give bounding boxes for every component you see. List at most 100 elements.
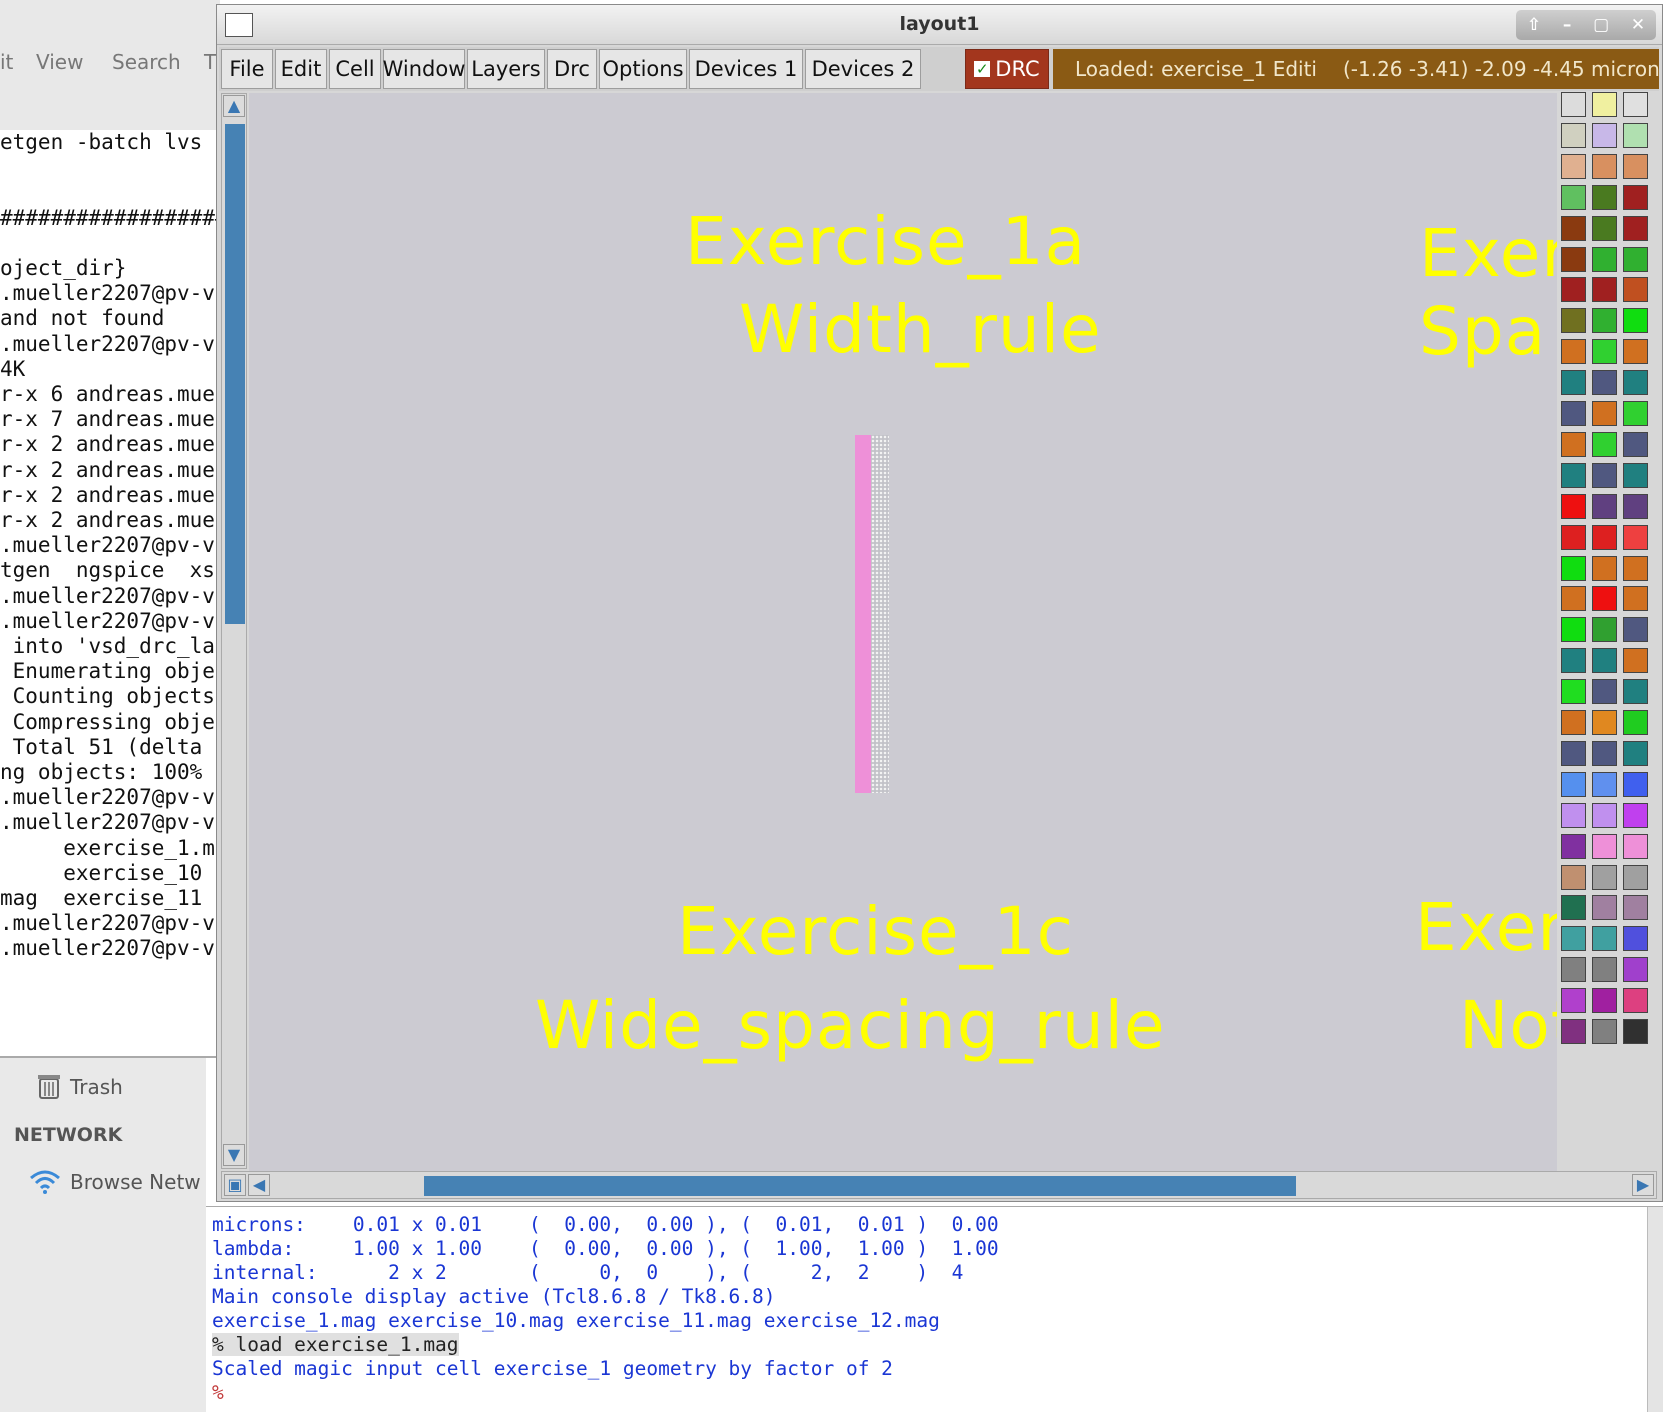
layer-swatch[interactable] xyxy=(1623,370,1648,396)
layer-swatch[interactable] xyxy=(1592,462,1617,488)
layer-swatch[interactable] xyxy=(1623,771,1648,797)
menu-file[interactable]: File xyxy=(221,49,273,89)
vertical-scroll-thumb[interactable] xyxy=(225,124,245,624)
layer-swatch[interactable] xyxy=(1592,586,1617,612)
layer-swatch[interactable] xyxy=(1592,926,1617,952)
layer-swatch[interactable] xyxy=(1623,153,1648,179)
horizontal-scroll-thumb[interactable] xyxy=(424,1176,1296,1196)
menu-layers[interactable]: Layers xyxy=(467,49,545,89)
layer-swatch[interactable] xyxy=(1561,555,1586,581)
bg-menu-item[interactable]: it xyxy=(0,50,13,74)
layer-swatch[interactable] xyxy=(1623,957,1648,983)
bg-menu-item[interactable]: T xyxy=(204,50,216,74)
layer-swatch[interactable] xyxy=(1623,493,1648,519)
layer-swatch[interactable] xyxy=(1592,833,1617,859)
layer-swatch[interactable] xyxy=(1561,431,1586,457)
layer-swatch[interactable] xyxy=(1561,802,1586,828)
layer-swatch[interactable] xyxy=(1592,679,1617,705)
drc-toggle[interactable]: ✓ DRC xyxy=(965,49,1049,89)
console-scrollbar[interactable] xyxy=(1647,1207,1663,1412)
layer-swatch[interactable] xyxy=(1592,92,1617,117)
layer-swatch[interactable] xyxy=(1561,988,1586,1014)
close-icon[interactable]: ✕ xyxy=(1631,15,1645,35)
scroll-up-arrow-icon[interactable]: ▲ xyxy=(223,95,245,117)
layer-swatch[interactable] xyxy=(1623,1019,1648,1044)
layer-swatch[interactable] xyxy=(1561,215,1586,241)
layer-swatch[interactable] xyxy=(1592,431,1617,457)
layer-swatch[interactable] xyxy=(1561,524,1586,550)
layer-swatch[interactable] xyxy=(1561,153,1586,179)
menu-devices-2[interactable]: Devices 2 xyxy=(805,49,921,89)
layer-swatch[interactable] xyxy=(1623,401,1648,426)
layer-swatch[interactable] xyxy=(1623,586,1648,612)
sidebar-item-browse-network[interactable]: Browse Netw xyxy=(28,1168,201,1199)
layer-swatch[interactable] xyxy=(1561,864,1586,890)
layer-swatch[interactable] xyxy=(1561,401,1586,426)
layer-swatch[interactable] xyxy=(1561,339,1586,365)
layer-swatch[interactable] xyxy=(1592,864,1617,890)
layer-swatch[interactable] xyxy=(1592,555,1617,581)
layer-swatch[interactable] xyxy=(1561,957,1586,983)
layer-swatch[interactable] xyxy=(1623,122,1648,148)
minimize-icon[interactable]: – xyxy=(1563,15,1572,35)
layer-swatch[interactable] xyxy=(1561,895,1586,921)
layer-swatch[interactable] xyxy=(1623,895,1648,921)
layer-swatch[interactable] xyxy=(1592,184,1617,210)
layer-swatch[interactable] xyxy=(1561,462,1586,488)
layer-swatch[interactable] xyxy=(1623,246,1648,272)
layer-swatch[interactable] xyxy=(1561,710,1586,735)
menu-options[interactable]: Options xyxy=(599,49,687,89)
tcl-console[interactable]: microns: 0.01 x 0.01 ( 0.00, 0.00 ), ( 0… xyxy=(206,1206,1663,1412)
layer-swatch[interactable] xyxy=(1592,617,1617,643)
scroll-down-arrow-icon[interactable]: ▼ xyxy=(223,1144,245,1166)
sidebar-item-trash[interactable]: Trash xyxy=(36,1072,123,1105)
layer-swatch[interactable] xyxy=(1592,895,1617,921)
layer-swatch[interactable] xyxy=(1561,122,1586,148)
window-titlebar[interactable]: layout1 ⇧ – ▢ ✕ xyxy=(217,5,1662,45)
menu-devices-1[interactable]: Devices 1 xyxy=(689,49,803,89)
layer-swatch[interactable] xyxy=(1623,926,1648,952)
vertical-scrollbar[interactable]: ▲ ▼ xyxy=(221,93,247,1169)
menu-cell[interactable]: Cell xyxy=(329,49,381,89)
layer-swatch[interactable] xyxy=(1561,617,1586,643)
layer-swatch[interactable] xyxy=(1592,246,1617,272)
layer-swatch[interactable] xyxy=(1623,308,1648,334)
layout-rect-dotted[interactable] xyxy=(871,435,889,793)
layer-swatch[interactable] xyxy=(1561,277,1586,303)
layer-swatch[interactable] xyxy=(1623,92,1648,117)
background-terminal[interactable]: etgen -batch lvs ################## oject_… xyxy=(0,130,216,1058)
layer-swatch[interactable] xyxy=(1592,122,1617,148)
layer-swatch[interactable] xyxy=(1561,1019,1586,1044)
layer-swatch[interactable] xyxy=(1561,493,1586,519)
layer-swatch[interactable] xyxy=(1592,401,1617,426)
layer-swatch[interactable] xyxy=(1623,740,1648,766)
layer-swatch[interactable] xyxy=(1561,246,1586,272)
maximize-icon[interactable]: ▢ xyxy=(1593,15,1609,35)
layer-swatch[interactable] xyxy=(1592,1019,1617,1044)
layer-swatch[interactable] xyxy=(1623,679,1648,705)
layer-swatch[interactable] xyxy=(1623,215,1648,241)
layout-canvas[interactable]: Exercise_1a Width_rule Exer Spa Exercise… xyxy=(249,93,1557,1171)
layer-swatch[interactable] xyxy=(1561,586,1586,612)
layer-swatch[interactable] xyxy=(1561,740,1586,766)
layout-rect-pink[interactable] xyxy=(855,435,871,793)
layer-swatch[interactable] xyxy=(1561,648,1586,674)
layer-swatch[interactable] xyxy=(1592,370,1617,396)
layer-swatch[interactable] xyxy=(1623,462,1648,488)
layer-swatch[interactable] xyxy=(1623,431,1648,457)
layer-swatch[interactable] xyxy=(1592,339,1617,365)
scroll-right-arrow-icon[interactable]: ▶ xyxy=(1632,1174,1654,1196)
layer-swatch[interactable] xyxy=(1561,679,1586,705)
layer-swatch[interactable] xyxy=(1561,833,1586,859)
menu-edit[interactable]: Edit xyxy=(275,49,327,89)
layer-swatch[interactable] xyxy=(1561,771,1586,797)
layer-swatch[interactable] xyxy=(1592,957,1617,983)
layer-swatch[interactable] xyxy=(1623,648,1648,674)
layer-swatch[interactable] xyxy=(1623,339,1648,365)
scroll-left-arrow-icon[interactable]: ◀ xyxy=(248,1174,270,1196)
layer-swatch[interactable] xyxy=(1623,524,1648,550)
shade-icon[interactable]: ⇧ xyxy=(1527,15,1541,35)
layer-swatch[interactable] xyxy=(1592,493,1617,519)
layer-swatch[interactable] xyxy=(1561,370,1586,396)
layer-swatch[interactable] xyxy=(1592,771,1617,797)
